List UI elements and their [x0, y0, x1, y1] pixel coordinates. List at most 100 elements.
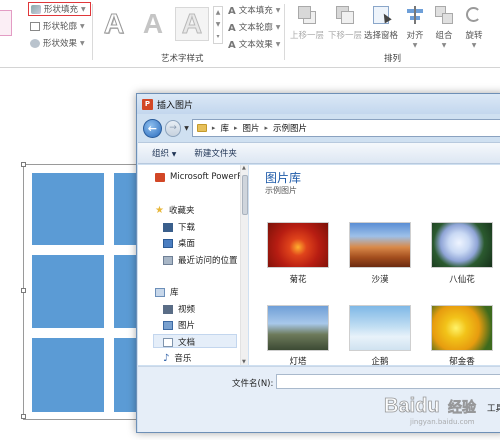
- wordart-style-1[interactable]: A: [97, 7, 131, 41]
- blue-tile[interactable]: [32, 338, 104, 412]
- nav-item-favorites[interactable]: ★ 收藏夹: [155, 204, 194, 216]
- chevron-down-icon: ▼: [80, 39, 85, 47]
- text-effect-label: 文本效果: [238, 40, 273, 50]
- align-icon: [404, 4, 426, 26]
- shape-style-thumbnail[interactable]: [0, 10, 12, 36]
- thumbnail-lighthouse[interactable]: [267, 305, 329, 351]
- ribbon: 形状填充 ▼ 形状轮廓 ▼ 形状效果 ▼ A A A ▲ ▼ ▾ A 文本填充 …: [0, 0, 500, 68]
- file-content-pane: 图片库 示例图片 菊花 沙漠 八仙花 灯塔 企鹅 郁金香: [249, 165, 500, 367]
- nav-item-music[interactable]: ♪ 音乐: [163, 352, 191, 364]
- selection-pane-button[interactable]: 选择窗格: [364, 4, 398, 41]
- star-icon: ★: [155, 204, 164, 216]
- scroll-up-icon[interactable]: ▲: [214, 7, 222, 19]
- breadcrumb-pictures[interactable]: 图片: [242, 122, 259, 134]
- wordart-style-2[interactable]: A: [136, 7, 170, 41]
- nav-item-desktop[interactable]: 桌面: [163, 237, 195, 249]
- recent-locations-dropdown[interactable]: ▼: [184, 125, 189, 132]
- text-effect-button[interactable]: A 文本效果 ▼: [228, 38, 281, 51]
- blue-tile[interactable]: [32, 173, 104, 245]
- group-button[interactable]: 组合 ▼: [433, 4, 455, 49]
- baidu-jingyan-watermark: Baidu 经验 jingyan.baidu.com: [384, 395, 478, 426]
- breadcrumb-libraries[interactable]: 库: [220, 122, 229, 134]
- pictures-icon: [163, 320, 173, 330]
- address-row: ← → ▼ ▸ 库 ▸ 图片 ▸ 示例图片: [137, 114, 500, 142]
- wordart-gallery-scroll[interactable]: ▲ ▼ ▾: [213, 6, 223, 44]
- text-fill-button[interactable]: A 文本填充 ▼: [228, 4, 281, 17]
- thumbnail-caption: 八仙花: [449, 275, 475, 285]
- thumbnail-hydrangeas[interactable]: [431, 222, 493, 268]
- nav-item-downloads[interactable]: 下载: [163, 221, 195, 233]
- documents-icon: [163, 337, 173, 347]
- thumbnail-tulips[interactable]: [431, 305, 493, 351]
- scroll-down-icon[interactable]: ▼: [214, 19, 222, 31]
- dialog-title-bar[interactable]: P 插入图片: [137, 94, 500, 114]
- forward-button[interactable]: →: [164, 119, 182, 137]
- desktop-icon: [163, 238, 173, 248]
- scroll-thumb[interactable]: [242, 175, 248, 215]
- resize-handle[interactable]: [21, 414, 26, 419]
- nav-item-pictures[interactable]: 图片: [163, 319, 195, 331]
- nav-item-recent[interactable]: 最近访问的位置: [163, 254, 238, 266]
- dialog-title: 插入图片: [157, 100, 194, 111]
- address-bar[interactable]: ▸ 库 ▸ 图片 ▸ 示例图片: [191, 119, 500, 137]
- nav-item-videos[interactable]: 视频: [163, 303, 195, 315]
- nav-item-documents[interactable]: 文档: [163, 336, 195, 348]
- thumbnail-penguins[interactable]: [349, 305, 411, 351]
- shape-fill-button[interactable]: 形状填充 ▼: [28, 2, 91, 16]
- bring-forward-button[interactable]: 上移一层: [290, 4, 324, 41]
- breadcrumb-separator-icon: ▸: [233, 124, 238, 132]
- nav-powerpoint-label: Microsoft PowerP: [170, 172, 243, 182]
- chevron-down-icon: ▼: [275, 6, 281, 14]
- new-folder-button[interactable]: 新建文件夹: [194, 147, 237, 159]
- chevron-down-icon: ▼: [80, 22, 85, 30]
- chevron-down-icon: ▼: [275, 40, 281, 48]
- pen-outline-icon: [30, 21, 40, 31]
- text-outline-icon: A: [228, 22, 236, 34]
- wordart-style-3[interactable]: A: [175, 7, 209, 41]
- nav-desktop-label: 桌面: [178, 239, 196, 249]
- scroll-up-icon[interactable]: ▲: [242, 165, 246, 171]
- filename-label: 文件名(N):: [232, 379, 274, 389]
- ribbon-divider: [284, 4, 285, 60]
- group-label: 组合: [435, 31, 453, 41]
- send-backward-button[interactable]: 下移一层: [328, 4, 362, 41]
- recent-places-icon: [163, 255, 173, 265]
- library-icon: [155, 287, 165, 297]
- library-title: 图片库: [265, 171, 302, 185]
- thumbnail-chrysanthemum[interactable]: [267, 222, 329, 268]
- breadcrumb-separator-icon: ▸: [264, 124, 268, 132]
- thumbnail-desert[interactable]: [349, 222, 411, 268]
- shape-outline-button[interactable]: 形状轮廓 ▼: [30, 20, 85, 32]
- thumbnail-caption: 沙漠: [371, 275, 389, 285]
- nav-music-label: 音乐: [174, 354, 192, 364]
- blue-tile[interactable]: [32, 255, 104, 328]
- ribbon-divider: [92, 4, 93, 60]
- chevron-down-icon: ▼: [441, 42, 447, 49]
- resize-handle[interactable]: [21, 162, 26, 167]
- nav-item-libraries[interactable]: 库: [155, 286, 179, 298]
- shape-effect-button[interactable]: 形状效果 ▼: [30, 37, 85, 49]
- back-button[interactable]: ←: [143, 118, 162, 138]
- nav-recent-label: 最近访问的位置: [178, 256, 238, 266]
- powerpoint-icon: P: [142, 98, 153, 110]
- nav-favorites-label: 收藏夹: [168, 206, 195, 216]
- selection-pane-label: 选择窗格: [364, 31, 399, 41]
- organize-button[interactable]: 组织 ▼: [152, 147, 176, 159]
- nav-scrollbar[interactable]: ▲ ▼: [240, 165, 248, 365]
- thumbnail-caption: 菊花: [289, 275, 307, 285]
- resize-handle[interactable]: [21, 288, 26, 293]
- filename-input[interactable]: [276, 374, 500, 389]
- insert-picture-dialog: P 插入图片 ← → ▼ ▸ 库 ▸ 图片 ▸ 示例图片 组织 ▼ 新建文件夹 …: [136, 93, 500, 433]
- text-outline-button[interactable]: A 文本轮廓 ▼: [228, 21, 280, 34]
- nav-item-powerpoint[interactable]: Microsoft PowerP: [155, 172, 242, 182]
- shape-effect-label: 形状效果: [43, 39, 78, 49]
- scroll-down-icon[interactable]: ▼: [242, 359, 246, 365]
- library-subtitle: 示例图片: [265, 186, 297, 195]
- rotate-button[interactable]: 旋转 ▼: [463, 4, 485, 49]
- breadcrumb-sample-pictures[interactable]: 示例图片: [273, 122, 307, 134]
- more-icon[interactable]: ▾: [214, 31, 222, 43]
- group-icon: [433, 4, 455, 26]
- align-button[interactable]: 对齐 ▼: [404, 4, 426, 49]
- rotate-icon: [463, 4, 485, 26]
- shape-effect-icon: [30, 38, 40, 48]
